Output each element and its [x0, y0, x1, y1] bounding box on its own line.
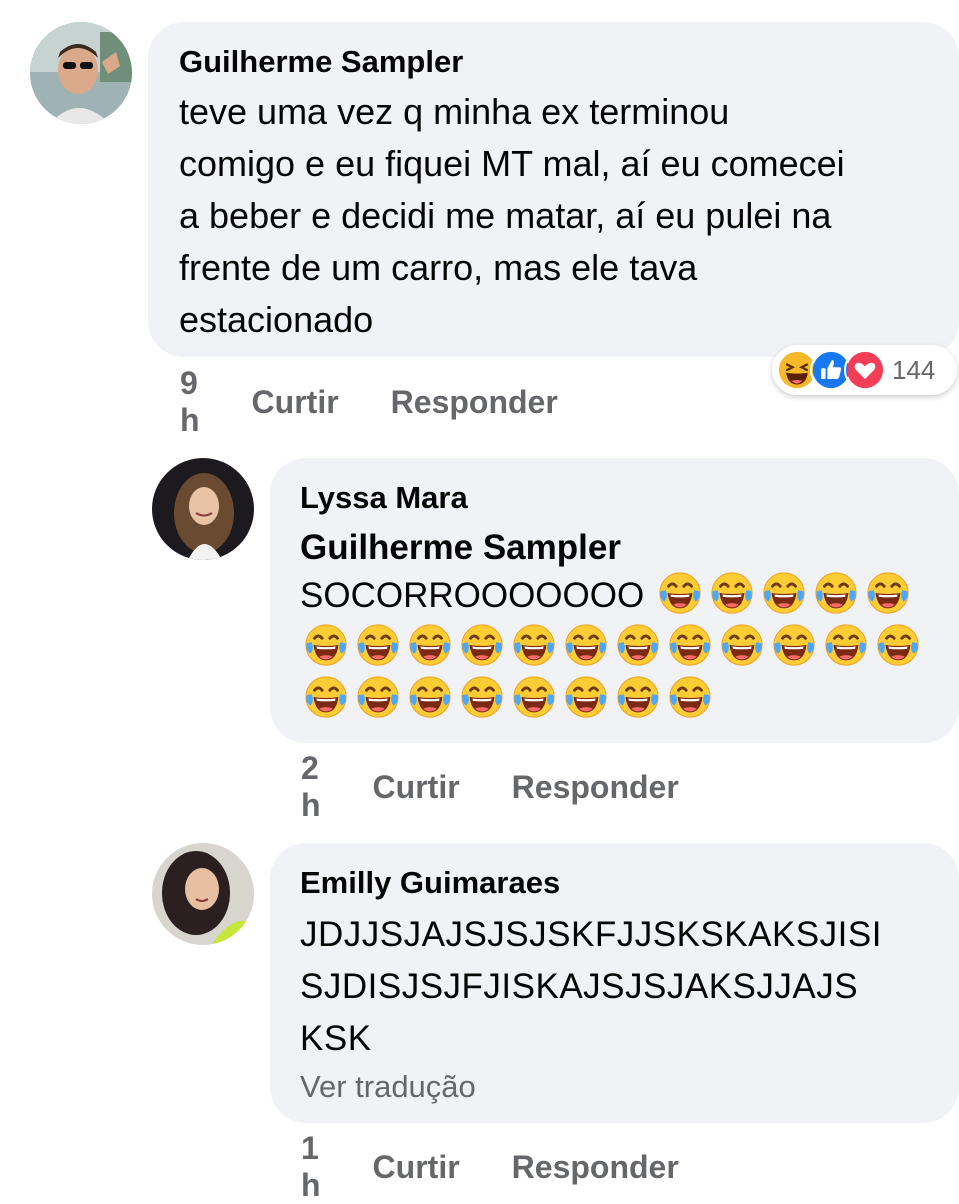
- laughing-crying-emoji-icon: [761, 570, 807, 616]
- comment-author[interactable]: Guilherme Sampler: [179, 42, 929, 82]
- reactions-summary[interactable]: 144: [772, 345, 957, 395]
- laughing-crying-emoji-icon: [303, 674, 349, 720]
- laughing-crying-emoji-icon: [615, 674, 661, 720]
- reply-button[interactable]: Responder: [391, 384, 558, 421]
- comment-text: SOCORROOOOOOO: [300, 570, 939, 726]
- comment-actions: 2 h Curtir Responder: [301, 750, 679, 824]
- avatar-lyssa[interactable]: [152, 458, 254, 560]
- laughing-crying-emoji-icon: [511, 674, 557, 720]
- comment-text-line: estacionado: [179, 299, 374, 340]
- comment-author[interactable]: Lyssa Mara: [300, 478, 939, 518]
- laughing-crying-emoji-icon: [719, 622, 765, 668]
- like-button[interactable]: Curtir: [252, 384, 339, 421]
- avatar-guilherme[interactable]: [30, 22, 132, 124]
- comment-text-line: SJDISJSJFJISKAJSJSJAKSJJAJS: [300, 967, 859, 1006]
- comment-time[interactable]: 1 h: [301, 1130, 321, 1204]
- laughing-crying-emoji-icon: [563, 674, 609, 720]
- reply-button[interactable]: Responder: [512, 1149, 679, 1186]
- laughing-crying-emoji-icon: [813, 570, 859, 616]
- comment-text-line: a beber e decidi me matar, aí eu pulei n…: [179, 195, 832, 236]
- comment-text-line: JDJJSJAJSJSJSKFJJSKSKAKSJISI: [300, 915, 882, 954]
- laughing-crying-emoji-icon: [823, 622, 869, 668]
- laughing-crying-emoji-icon: [355, 622, 401, 668]
- laughing-crying-emoji-icon: [657, 570, 703, 616]
- comment-text-line: comigo e eu fiquei MT mal, aí eu comecei: [179, 143, 845, 184]
- laughing-crying-emoji-icon: [771, 622, 817, 668]
- see-translation-link[interactable]: Ver tradução: [300, 1065, 939, 1109]
- laughing-crying-emoji-icon: [303, 622, 349, 668]
- avatar-image: [152, 458, 254, 560]
- mention-link[interactable]: Guilherme Sampler: [300, 524, 939, 572]
- comment-text: teve uma vez q minha ex terminou comigo …: [179, 86, 929, 346]
- comment-text: JDJJSJAJSJSJSKFJJSKSKAKSJISI SJDISJSJFJI…: [300, 909, 939, 1065]
- reactions-count: 144: [892, 354, 936, 385]
- laughing-crying-emoji-icon: [563, 622, 609, 668]
- laughing-crying-emoji-icon: [667, 622, 713, 668]
- laughing-crying-emoji-icon: [709, 570, 755, 616]
- comment-bubble: Guilherme Sampler teve uma vez q minha e…: [148, 22, 959, 357]
- laughing-crying-emoji-icon: [875, 622, 921, 668]
- comment-bubble: Emilly Guimaraes JDJJSJAJSJSJSKFJJSKSKAK…: [270, 843, 959, 1123]
- laughing-crying-emoji-icon: [407, 674, 453, 720]
- laughing-crying-emoji-icon: [407, 622, 453, 668]
- love-reaction-icon: [844, 349, 886, 391]
- avatar-image: [30, 22, 132, 124]
- comment-text-line: KSK: [300, 1019, 372, 1058]
- comment-actions: 9 h Curtir Responder: [180, 365, 558, 439]
- comment-time[interactable]: 2 h: [301, 750, 321, 824]
- comment-time[interactable]: 9 h: [180, 365, 200, 439]
- comment-bubble: Lyssa Mara Guilherme Sampler SOCORROOOOO…: [270, 458, 959, 743]
- comment-text-line: teve uma vez q minha ex terminou: [179, 91, 730, 132]
- laughing-crying-emoji-icon: [511, 622, 557, 668]
- like-button[interactable]: Curtir: [373, 769, 460, 806]
- reply-button[interactable]: Responder: [512, 769, 679, 806]
- laughing-crying-emoji-icon: [459, 622, 505, 668]
- laughing-crying-emoji-icon: [355, 674, 401, 720]
- comment-author[interactable]: Emilly Guimaraes: [300, 863, 939, 903]
- comment-actions: 1 h Curtir Responder: [301, 1130, 679, 1204]
- laughing-crying-emoji-icon: [615, 622, 661, 668]
- laughing-crying-emoji-icon: [667, 674, 713, 720]
- comment-text-caps: SOCORROOOOOOO: [300, 576, 645, 615]
- avatar-emilly[interactable]: [152, 843, 254, 945]
- comment-text-line: frente de um carro, mas ele tava: [179, 247, 698, 288]
- laughing-crying-emoji-icon: [865, 570, 911, 616]
- laughing-crying-emoji-icon: [459, 674, 505, 720]
- like-button[interactable]: Curtir: [373, 1149, 460, 1186]
- avatar-image: [152, 843, 254, 945]
